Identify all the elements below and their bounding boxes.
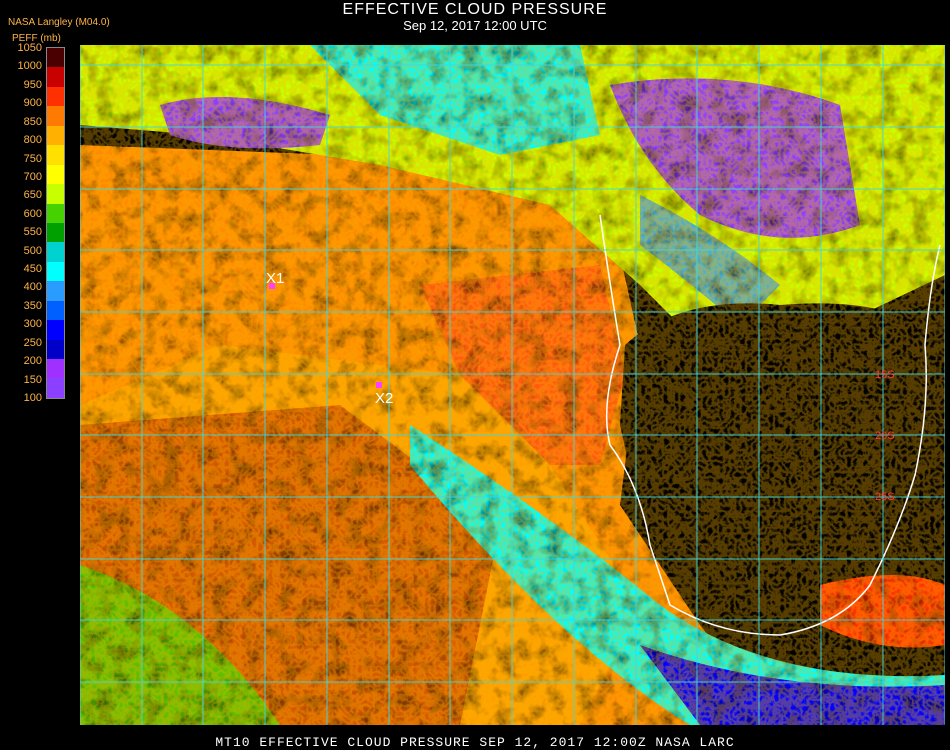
color-bar-segment [47,67,64,87]
map-subtitle: Sep 12, 2017 12:00 UTC [403,18,547,33]
legend-tick-label: 150 [23,373,42,386]
legend-tick-label: 250 [23,336,42,349]
color-bar-segment [47,339,64,359]
producer-label: NASA Langley (M04.0) [8,17,110,28]
cloud-pressure-map: 15S 20S 25S X1 X2 [80,45,945,725]
footer-caption: MT10 EFFECTIVE CLOUD PRESSURE SEP 12, 20… [215,735,735,750]
lat-label-25s: 25S [875,491,895,503]
marker-x1-label: X1 [266,270,284,287]
color-bar-segment [47,106,64,126]
map-title: EFFECTIVE CLOUD PRESSURE [342,1,608,18]
legend-tick-label: 650 [23,189,42,202]
color-bar-segment [47,203,64,223]
marker-x2-label: X2 [375,390,393,407]
color-bar-segment [47,222,64,243]
legend-tick-label: 1050 [17,42,42,54]
legend-tick-label: 450 [23,263,42,276]
lat-label-15s: 15S [875,369,895,381]
legend-tick-label: 850 [23,115,42,128]
legend-tick-label: 200 [23,355,42,368]
color-bar-segment [47,281,64,301]
legend-tick-label: 750 [23,152,42,165]
color-bar-segment [47,300,64,321]
color-bar-segment [47,320,64,340]
color-bar-segment [47,242,64,262]
color-bar [46,47,65,399]
legend-tick-label: 400 [23,281,42,294]
legend-tick-label: 700 [23,170,42,183]
color-bar-segment [47,125,64,146]
legend-tick-label: 300 [23,318,42,331]
legend-tick-label: 800 [23,134,42,147]
color-bar-segment [47,184,64,204]
legend-tick-label: 950 [23,78,42,91]
color-bar-segment [47,86,64,107]
color-bar-segment [47,359,64,379]
color-bar-segment [47,261,64,282]
legend-tick-label: 550 [23,226,42,239]
legend-tick-label: 600 [23,207,42,220]
legend-tick-labels: 1050 1000 950 900 850 800 750 700 650 600 550 500 45… [0,40,42,405]
color-bar-segment [47,378,64,398]
legend-tick-label: 1000 [17,60,42,73]
marker-x2-point [376,382,382,388]
color-bar-segment [47,164,64,185]
legend-tick-label: 900 [23,97,42,110]
lat-label-20s: 20S [875,430,895,442]
color-bar-segment [47,145,64,165]
legend-tick-label: 350 [23,299,42,312]
legend-tick-label: 500 [23,244,42,257]
legend-tick-label: 100 [23,392,42,404]
color-bar-segment [47,48,64,68]
